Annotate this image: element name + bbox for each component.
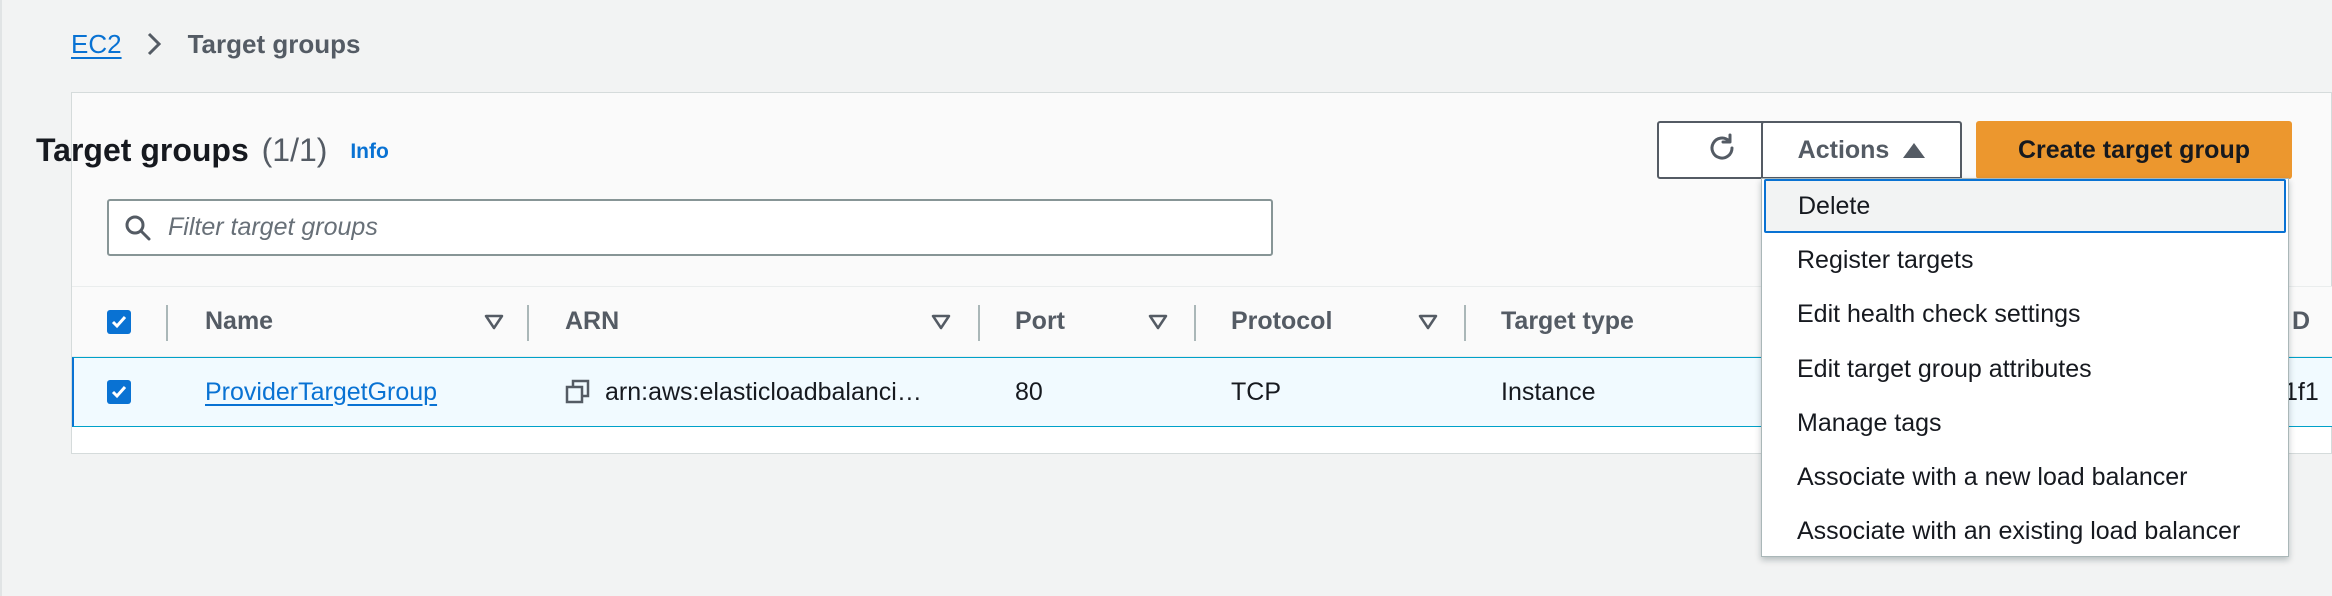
column-header-truncated[interactable]: D — [2292, 287, 2310, 356]
menu-item-edit-health-check[interactable]: Edit health check settings — [1762, 287, 2288, 341]
protocol-value: TCP — [1231, 377, 1281, 406]
sort-triangle-icon[interactable] — [484, 287, 504, 356]
arn-value: arn:aws:elasticloadbalanci… — [605, 377, 922, 406]
column-divider — [166, 305, 168, 341]
page-left-border — [0, 0, 2, 596]
panel-title: Target groups (1/1) Info — [36, 132, 389, 169]
column-header-port[interactable]: Port — [1015, 287, 1065, 356]
caret-up-icon — [1903, 142, 1926, 158]
menu-item-associate-new-lb[interactable]: Associate with a new load balancer — [1762, 450, 2288, 504]
column-divider — [978, 305, 980, 341]
refresh-icon — [1705, 131, 1739, 170]
menu-item-associate-existing-lb[interactable]: Associate with an existing load balancer — [1762, 504, 2288, 558]
search-placeholder: Filter target groups — [168, 213, 378, 241]
menu-item-edit-attributes[interactable]: Edit target group attributes — [1762, 342, 2288, 396]
column-header-protocol[interactable]: Protocol — [1231, 287, 1332, 356]
filter-target-groups-input[interactable]: Filter target groups — [107, 199, 1273, 256]
menu-item-register-targets[interactable]: Register targets — [1762, 233, 2288, 287]
sort-triangle-icon[interactable] — [931, 287, 951, 356]
breadcrumb-ec2-link[interactable]: EC2 — [71, 29, 122, 60]
sort-triangle-icon[interactable] — [1148, 287, 1168, 356]
create-target-group-button[interactable]: Create target group — [1976, 121, 2292, 179]
column-divider — [1194, 305, 1196, 341]
checkbox-checked-icon — [107, 380, 131, 404]
breadcrumb-current: Target groups — [187, 28, 361, 59]
checkbox-checked-icon — [107, 309, 131, 334]
column-divider — [527, 305, 529, 341]
menu-item-delete[interactable]: Delete — [1764, 179, 2286, 233]
truncated-value: 1f1 — [2284, 377, 2319, 406]
menu-item-manage-tags[interactable]: Manage tags — [1762, 396, 2288, 450]
port-value: 80 — [1015, 377, 1043, 406]
column-header-name[interactable]: Name — [205, 287, 273, 356]
panel-title-text: Target groups — [36, 132, 249, 168]
actions-button[interactable]: Actions — [1761, 121, 1962, 179]
sort-triangle-icon[interactable] — [1418, 287, 1438, 356]
column-header-target-type[interactable]: Target type — [1501, 287, 1634, 356]
create-label: Create target group — [2018, 135, 2250, 164]
copy-icon[interactable] — [565, 379, 591, 405]
column-header-arn[interactable]: ARN — [565, 287, 619, 356]
arn-cell: arn:aws:elasticloadbalanci… — [565, 358, 922, 426]
actions-label: Actions — [1797, 135, 1890, 164]
target-group-name-link[interactable]: ProviderTargetGroup — [205, 358, 437, 426]
panel-title-count: (1/1) — [261, 132, 328, 168]
target-type-value: Instance — [1501, 377, 1596, 406]
row-checkbox[interactable] — [107, 358, 131, 426]
column-divider — [1464, 305, 1466, 341]
chevron-right-icon — [138, 28, 170, 60]
select-all-checkbox[interactable] — [107, 287, 131, 356]
actions-dropdown-menu: Delete Register targets Edit health chec… — [1761, 178, 2289, 557]
breadcrumb: EC2 Target groups — [71, 28, 360, 60]
info-link[interactable]: Info — [350, 140, 388, 163]
search-icon — [124, 213, 154, 243]
